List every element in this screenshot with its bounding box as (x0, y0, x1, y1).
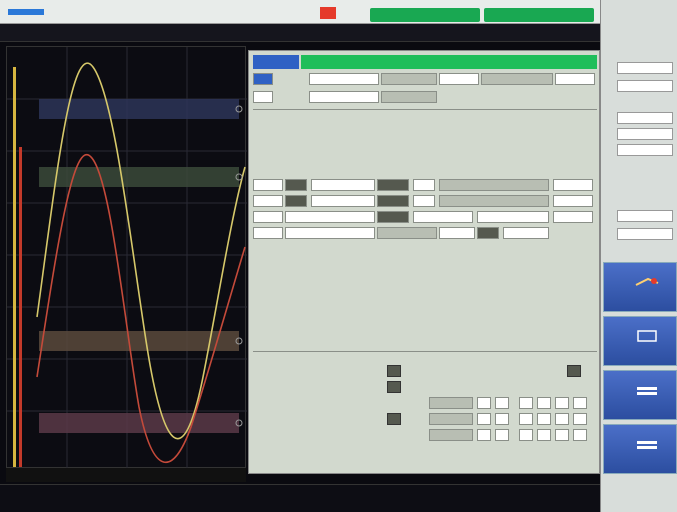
meas-row4-label (253, 227, 283, 239)
status-header (0, 24, 600, 42)
trigger-level-check[interactable] (387, 365, 401, 377)
softkey-2[interactable] (603, 316, 677, 366)
cursor-band-4 (39, 413, 239, 433)
waveform-svg (7, 47, 247, 469)
table-cell[interactable] (573, 397, 587, 409)
meas-row4-mode[interactable] (377, 227, 437, 239)
table-cell[interactable] (477, 397, 491, 409)
meas-row3-field2[interactable] (477, 211, 549, 223)
channel2-level-bar (19, 147, 22, 467)
meas-row1-label (253, 179, 283, 191)
dialog-header (253, 55, 597, 69)
ch2-select[interactable] (253, 91, 273, 103)
bars-icon (637, 387, 657, 395)
table-cell[interactable] (495, 413, 509, 425)
table-cell[interactable] (555, 397, 569, 409)
right-field-2[interactable] (617, 80, 673, 92)
ch2-range-field[interactable] (309, 91, 379, 103)
softkey-3[interactable] (603, 370, 677, 420)
ch1-range-field[interactable] (309, 73, 379, 85)
meas-row4-field2[interactable] (503, 227, 549, 239)
table-cell[interactable] (519, 413, 533, 425)
meas-row1-mode[interactable] (377, 179, 409, 191)
meas-row2-field[interactable] (439, 195, 549, 207)
right-field-5[interactable] (617, 144, 673, 156)
top-action-button-1[interactable] (370, 8, 480, 22)
table-row-1-label (429, 397, 473, 409)
tab-channel[interactable] (253, 55, 299, 69)
meas-row3-label (253, 211, 283, 223)
meas-row3-mode[interactable] (377, 211, 409, 223)
right-field-4[interactable] (617, 128, 673, 140)
ch1-unit-field[interactable] (381, 73, 437, 85)
divider-bottom (253, 351, 597, 352)
ch1-filter-field[interactable] (481, 73, 553, 85)
ch1-extra-field[interactable] (555, 73, 595, 85)
meas-row3-extra[interactable] (553, 211, 593, 223)
dialog-title (301, 55, 597, 69)
meas-row1-extra[interactable] (553, 179, 593, 191)
window-icon (637, 330, 657, 342)
time-axis (6, 468, 246, 482)
softkey-1[interactable] (603, 262, 677, 312)
table-cell[interactable] (573, 429, 587, 441)
table-cell[interactable] (495, 429, 509, 441)
meas-row2-unit[interactable] (413, 195, 435, 207)
meas-row3-value[interactable] (285, 211, 375, 223)
right-side-panel (600, 0, 677, 512)
table-row-3-label (429, 429, 473, 441)
table-cell[interactable] (495, 397, 509, 409)
meas-row2-label (253, 195, 283, 207)
softkey-4[interactable] (603, 424, 677, 474)
right-field-3[interactable] (617, 112, 673, 124)
right-field-6[interactable] (617, 210, 673, 222)
meas-row1-unit[interactable] (413, 179, 435, 191)
bottom-status-bar (0, 484, 600, 512)
channel1-level-bar (13, 67, 16, 467)
table-cell[interactable] (537, 397, 551, 409)
table-cell[interactable] (573, 413, 587, 425)
meas-row2-mode[interactable] (377, 195, 409, 207)
table-cell[interactable] (519, 429, 533, 441)
meas-row4-toggle[interactable] (477, 227, 499, 239)
settings-dialog (248, 50, 600, 474)
arrow-icon (635, 277, 659, 286)
record-indicator (320, 7, 336, 19)
top-bar (0, 0, 600, 24)
table-cell[interactable] (537, 413, 551, 425)
timer-check[interactable] (567, 365, 581, 377)
meas-row1-field[interactable] (439, 179, 549, 191)
meas-row2-extra[interactable] (553, 195, 593, 207)
trigger-slope-check[interactable] (387, 381, 401, 393)
meas-row4-value[interactable] (285, 227, 375, 239)
right-field-7[interactable] (617, 228, 673, 240)
table-cell[interactable] (519, 397, 533, 409)
cursor-band-2 (39, 167, 239, 187)
right-field-1[interactable] (617, 62, 673, 74)
table-row-2-label (429, 413, 473, 425)
meas-row4-field[interactable] (439, 227, 475, 239)
meas-row3-field[interactable] (413, 211, 473, 223)
ch2-unit-field[interactable] (381, 91, 437, 103)
table-cell[interactable] (537, 429, 551, 441)
meas-row1-toggle[interactable] (285, 179, 307, 191)
table-cell[interactable] (477, 429, 491, 441)
hold-check[interactable] (387, 413, 401, 425)
ch1-offset-field[interactable] (439, 73, 479, 85)
table-cell[interactable] (477, 413, 491, 425)
channel-indicator (8, 9, 44, 15)
meas-row1-value[interactable] (311, 179, 375, 191)
channel1-trace (36, 62, 246, 440)
meas-row2-toggle[interactable] (285, 195, 307, 207)
table-cell[interactable] (555, 429, 569, 441)
waveform-display[interactable] (6, 46, 247, 469)
ch1-select[interactable] (253, 73, 273, 85)
bars-icon (637, 441, 657, 449)
divider (253, 109, 597, 110)
table-cell[interactable] (555, 413, 569, 425)
top-action-button-2[interactable] (484, 8, 594, 22)
meas-row2-value[interactable] (311, 195, 375, 207)
